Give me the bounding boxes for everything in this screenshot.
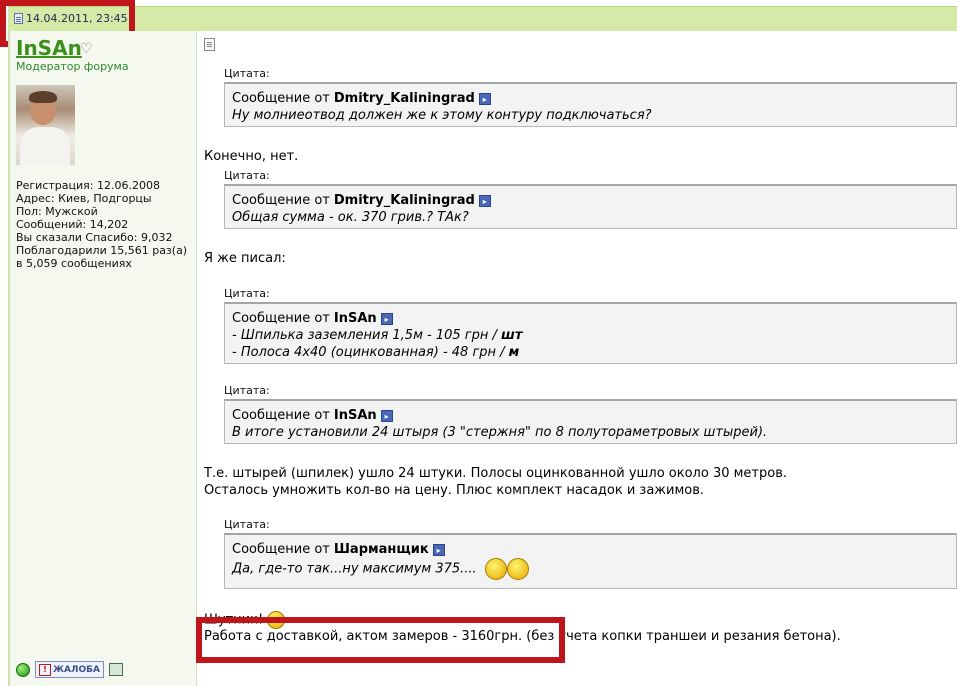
author-username-link[interactable]: InSAn	[16, 38, 82, 58]
computer-icon[interactable]	[108, 663, 123, 676]
stat-thanks-posts: в 5,059 сообщениях	[16, 257, 132, 270]
quote-text: - Шпилька заземления 1,5м - 105 грн /	[232, 328, 502, 343]
post-paragraph: Я же писал:	[204, 251, 286, 266]
quote-prefix: Сообщение от	[232, 408, 330, 423]
view-post-arrow-icon[interactable]: ▸	[380, 409, 393, 422]
post-header-bar	[8, 6, 957, 31]
quote-label: Цитата:	[224, 169, 270, 182]
quote-header: Сообщение от Dmitry_Kaliningrad ▸	[232, 192, 949, 209]
avatar-shirt	[20, 127, 70, 165]
quote-box: Сообщение от InSAn ▸ В итоге установили …	[224, 399, 957, 444]
highlight-box-price	[196, 617, 565, 663]
view-post-arrow-icon[interactable]: ▸	[380, 312, 393, 325]
drinking-smileys-icon	[484, 558, 529, 580]
quote-author: Dmitry_Kaliningrad	[333, 193, 475, 208]
quote-text: В итоге установили 24 штыря (3 "стержня"…	[232, 425, 768, 440]
online-status-icon	[16, 662, 30, 677]
avatar[interactable]	[16, 85, 75, 165]
quote-header: Сообщение от Шарманщик ▸	[232, 541, 949, 558]
post-paragraph: Конечно, нет.	[204, 149, 299, 164]
author-role: Модератор форума	[16, 60, 129, 73]
stat-thanks-given: Вы сказали Спасибо: 9,032	[16, 231, 173, 244]
quote-text: Общая сумма - ок. 370 грив.? ТАк?	[232, 210, 469, 225]
post-paragraph: Осталось умножить кол-во на цену. Плюс к…	[204, 483, 705, 498]
quote-unit: м	[508, 345, 520, 360]
view-post-arrow-icon[interactable]: ▸	[478, 92, 491, 105]
author-actions: ! ЖАЛОБА	[16, 661, 123, 678]
quote-box: Сообщение от Шарманщик ▸ Да, где-то так.…	[224, 533, 957, 589]
quote-box: Сообщение от Dmitry_Kaliningrad ▸ Ну мол…	[224, 82, 957, 127]
quote-author: Шарманщик	[333, 542, 429, 557]
view-post-arrow-icon[interactable]: ▸	[478, 194, 491, 207]
post-paragraph: Т.е. штырей (шпилек) ушло 24 штуки. Поло…	[204, 466, 788, 481]
quote-prefix: Сообщение от	[232, 542, 330, 557]
view-post-arrow-icon[interactable]: ▸	[432, 543, 445, 556]
quote-text: - Полоса 4х40 (оцинкованная) - 48 грн /	[232, 345, 509, 360]
quote-text-line: Да, где-то так...ну максимум 375....	[232, 558, 949, 580]
quote-prefix: Сообщение от	[232, 91, 330, 106]
quote-box: Сообщение от Dmitry_Kaliningrad ▸ Общая …	[224, 184, 957, 229]
post-icon	[204, 38, 215, 51]
report-button-label: ЖАЛОБА	[53, 664, 100, 675]
quote-text: Да, где-то так...ну максимум 375....	[232, 561, 477, 577]
quote-header: Сообщение от InSAn ▸	[232, 310, 949, 327]
quote-label: Цитата:	[224, 67, 270, 80]
quote-text-line: - Шпилька заземления 1,5м - 105 грн / шт	[232, 327, 949, 344]
quote-text-line: - Полоса 4х40 (оцинкованная) - 48 грн / …	[232, 344, 949, 361]
quote-prefix: Сообщение от	[232, 311, 330, 326]
quote-label: Цитата:	[224, 518, 270, 531]
heart-icon[interactable]: ♡	[80, 41, 93, 57]
warning-icon: !	[39, 663, 51, 676]
quote-box: Сообщение от InSAn ▸ - Шпилька заземлени…	[224, 302, 957, 364]
stat-gender: Пол: Мужской	[16, 205, 98, 218]
quote-header: Сообщение от Dmitry_Kaliningrad ▸	[232, 90, 949, 107]
quote-label: Цитата:	[224, 384, 270, 397]
quote-header: Сообщение от InSAn ▸	[232, 407, 949, 424]
report-button[interactable]: ! ЖАЛОБА	[35, 661, 104, 678]
stat-posts: Сообщений: 14,202	[16, 218, 129, 231]
author-stats: Регистрация: 12.06.2008 Адрес: Киев, Под…	[16, 179, 187, 270]
quote-author: InSAn	[333, 408, 377, 423]
quote-text: Ну молниеотвод должен же к этому контуру…	[232, 108, 652, 123]
stat-registration: Регистрация: 12.06.2008	[16, 179, 160, 192]
avatar-hair	[29, 91, 57, 103]
quote-author: InSAn	[333, 311, 377, 326]
quote-prefix: Сообщение от	[232, 193, 330, 208]
stat-address: Адрес: Киев, Подгорцы	[16, 192, 152, 205]
quote-author: Dmitry_Kaliningrad	[333, 91, 475, 106]
quote-unit: шт	[501, 328, 523, 343]
quote-label: Цитата:	[224, 287, 270, 300]
stat-thanks-received: Поблагодарили 15,561 раз(а)	[16, 244, 188, 257]
